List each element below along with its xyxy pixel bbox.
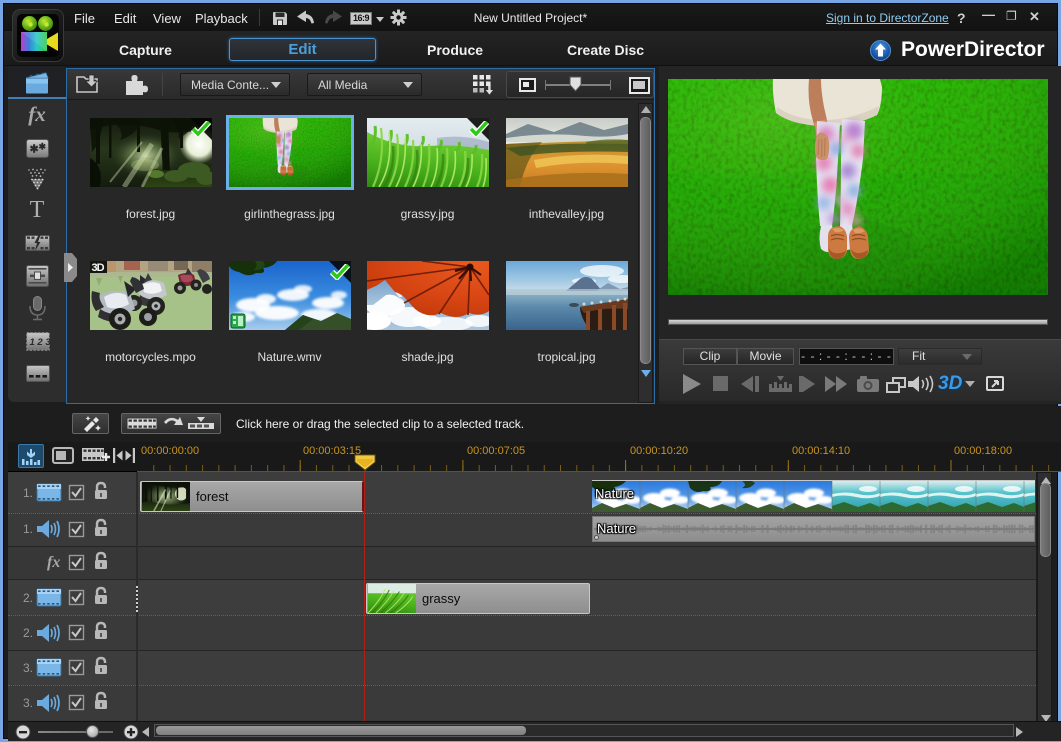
svg-text:fx: fx [47, 554, 60, 571]
svg-text:3.: 3. [23, 661, 33, 675]
svg-text:3D: 3D [92, 262, 105, 274]
svg-text:1 2 3: 1 2 3 [30, 337, 51, 348]
svg-text:2.: 2. [23, 591, 33, 605]
svg-text:1.: 1. [23, 486, 33, 500]
svg-text:3.: 3. [23, 696, 33, 710]
svg-text:✱: ✱ [30, 144, 39, 156]
svg-text:1.: 1. [23, 522, 33, 536]
svg-text:✱: ✱ [39, 142, 47, 152]
svg-text:2.: 2. [23, 626, 33, 640]
